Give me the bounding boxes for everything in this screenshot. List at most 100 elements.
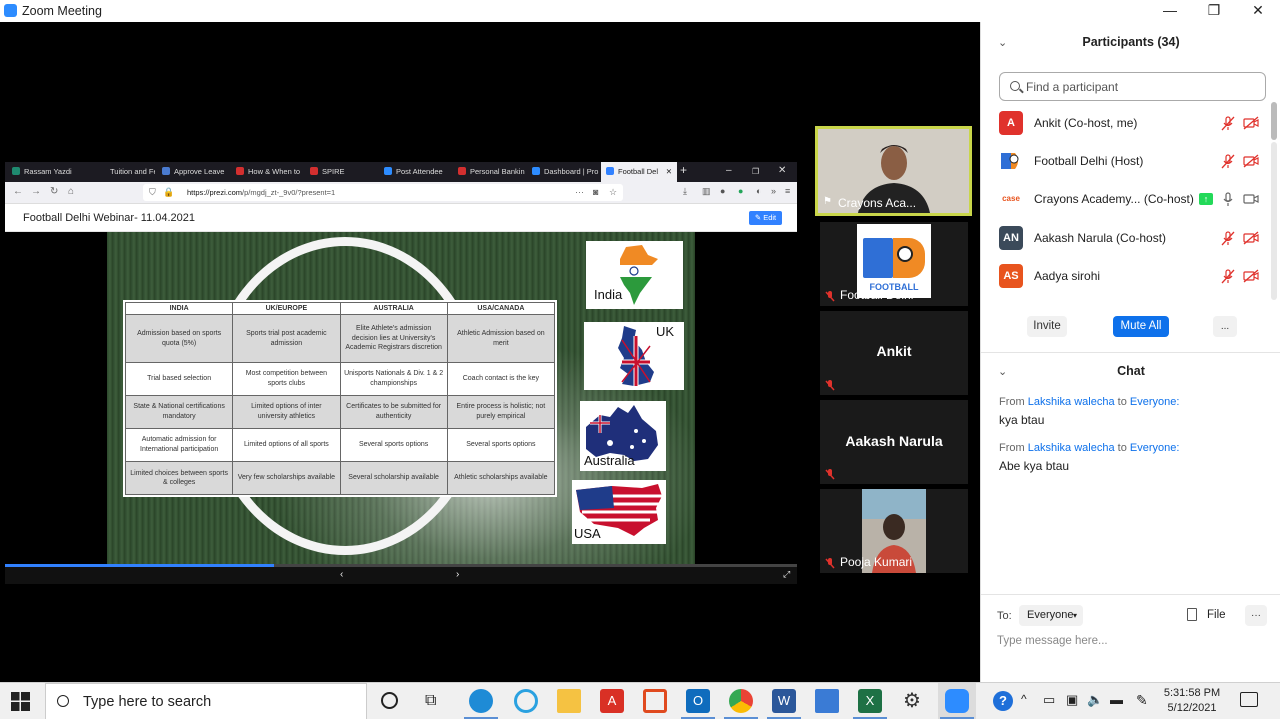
- search-icon: [1010, 81, 1020, 91]
- video-tile-active-speaker[interactable]: ⚑ Crayons Aca...: [815, 126, 972, 216]
- browser-tab-active[interactable]: Football Del ✕: [601, 162, 677, 182]
- video-tile[interactable]: Pooja Kumari: [820, 489, 968, 573]
- excel-icon[interactable]: X: [858, 689, 882, 713]
- video-off-icon[interactable]: [1243, 231, 1259, 245]
- browser-tab[interactable]: Approve Leave: [157, 162, 229, 182]
- task-view-icon[interactable]: ⧉: [425, 692, 436, 710]
- browser-restore-icon[interactable]: ❐: [752, 167, 759, 176]
- video-off-icon[interactable]: [1243, 116, 1259, 130]
- minimize-button[interactable]: —: [1148, 0, 1192, 22]
- previous-slide-icon[interactable]: ‹: [340, 569, 343, 580]
- video-tile[interactable]: FOOTBALL Football Delhi: [820, 222, 968, 306]
- word-icon[interactable]: W: [772, 689, 796, 713]
- pen-icon[interactable]: ✎: [1136, 692, 1148, 709]
- home-icon[interactable]: ⌂: [68, 186, 74, 197]
- outlook-icon[interactable]: O: [686, 689, 710, 713]
- mic-icon[interactable]: [1221, 192, 1235, 207]
- chat-recipient[interactable]: Everyone:: [1130, 396, 1180, 408]
- zoom-icon[interactable]: [945, 689, 969, 713]
- more-options-button[interactable]: ...: [1213, 316, 1237, 337]
- muted-mic-icon[interactable]: [1221, 269, 1235, 284]
- invite-button[interactable]: Invite: [1027, 316, 1067, 337]
- reload-icon[interactable]: ↻: [50, 186, 58, 197]
- extension-icon[interactable]: ●: [720, 186, 725, 196]
- presentation-progress-bar[interactable]: ‹ › ⤢: [5, 564, 797, 584]
- hamburger-menu-icon[interactable]: ≡: [785, 186, 790, 196]
- chat-sender[interactable]: Lakshika walecha: [1028, 442, 1115, 454]
- chrome-icon[interactable]: [729, 689, 753, 713]
- notifications-icon[interactable]: [1240, 692, 1258, 707]
- taskbar-clock[interactable]: 5:31:58 PM 5/12/2021: [1160, 686, 1224, 716]
- bookmark-star-icon[interactable]: ☆: [609, 184, 617, 201]
- browser-close-icon[interactable]: ✕: [778, 165, 786, 176]
- new-tab-icon[interactable]: +: [680, 163, 687, 177]
- browser-tab[interactable]: Post Attendee: [379, 162, 451, 182]
- video-tile[interactable]: Aakash Narula: [820, 400, 968, 484]
- mute-all-button[interactable]: Mute All: [1113, 316, 1169, 337]
- video-off-icon[interactable]: [1243, 154, 1259, 168]
- taskbar-search-input[interactable]: Type here to search: [45, 683, 367, 719]
- browser-tab[interactable]: How & When to: [231, 162, 303, 182]
- windows-start-icon[interactable]: [11, 692, 30, 711]
- pocket-icon[interactable]: ◙: [593, 184, 598, 201]
- chat-recipient[interactable]: Everyone:: [1130, 442, 1180, 454]
- recipient-dropdown[interactable]: Everyone ▾: [1019, 605, 1083, 626]
- edge-icon[interactable]: [469, 689, 493, 713]
- participant-name: Football Delhi: [840, 288, 914, 302]
- photos-icon[interactable]: [815, 689, 839, 713]
- browser-minimize-icon[interactable]: –: [726, 165, 732, 176]
- acrobat-icon[interactable]: A: [600, 689, 624, 713]
- url-field[interactable]: https://prezi.com/p/mgdj_zt-_9v0/?presen…: [143, 184, 623, 201]
- fullscreen-icon[interactable]: ⤢: [783, 569, 790, 580]
- next-slide-icon[interactable]: ›: [456, 569, 459, 580]
- muted-mic-icon[interactable]: [1221, 116, 1235, 131]
- chat-sender[interactable]: Lakshika walecha: [1028, 396, 1115, 408]
- participant-search-input[interactable]: Find a participant: [999, 72, 1266, 101]
- internet-explorer-icon[interactable]: [514, 689, 538, 713]
- presentation-title: Football Delhi Webinar- 11.04.2021: [23, 212, 196, 224]
- device-icon[interactable]: ▣: [1066, 692, 1078, 708]
- restore-button[interactable]: ❐: [1192, 0, 1236, 22]
- participant-row[interactable]: case Crayons Academy... (Co-host) ↑: [981, 182, 1271, 216]
- file-explorer-icon[interactable]: [557, 689, 581, 713]
- page-actions-icon[interactable]: ···: [575, 184, 584, 201]
- extension-icon[interactable]: ◐: [756, 186, 761, 196]
- file-icon[interactable]: [1187, 608, 1197, 621]
- extension-green-icon[interactable]: ●: [738, 186, 743, 196]
- participant-row[interactable]: A Ankit (Co-host, me): [981, 106, 1271, 140]
- participant-row[interactable]: Football Delhi (Host): [981, 144, 1271, 178]
- participant-row[interactable]: AN Aakash Narula (Co-host): [981, 221, 1271, 255]
- help-icon[interactable]: ?: [993, 691, 1013, 711]
- browser-tab[interactable]: Rassam Yazdi: [7, 162, 91, 182]
- overflow-chevron-icon[interactable]: »: [771, 186, 776, 196]
- back-icon[interactable]: ←: [13, 186, 23, 197]
- video-tile[interactable]: Ankit: [820, 311, 968, 395]
- file-button[interactable]: File: [1207, 609, 1226, 621]
- network-icon[interactable]: ▭: [1043, 692, 1055, 708]
- battery-icon[interactable]: ▬: [1110, 692, 1123, 707]
- video-off-icon[interactable]: [1243, 269, 1259, 283]
- browser-tab[interactable]: SPIRE: [305, 162, 377, 182]
- participant-row[interactable]: AS Aadya sirohi: [981, 259, 1271, 293]
- forward-icon[interactable]: →: [31, 186, 41, 197]
- office-icon[interactable]: [643, 689, 667, 713]
- browser-tab[interactable]: Personal Bankin: [453, 162, 525, 182]
- tray-chevron-up-icon[interactable]: ^: [1021, 692, 1027, 706]
- volume-icon[interactable]: 🔈: [1087, 692, 1103, 708]
- browser-tab[interactable]: Dashboard | Pro: [527, 162, 599, 182]
- edit-button[interactable]: ✎ Edit: [749, 211, 782, 225]
- muted-mic-icon[interactable]: [1221, 154, 1235, 169]
- settings-gear-icon[interactable]: ⚙: [903, 688, 921, 713]
- tab-close-icon[interactable]: ✕: [666, 162, 672, 182]
- flag-label: USA: [574, 526, 601, 541]
- library-icon[interactable]: ▥: [702, 186, 711, 197]
- chat-more-button[interactable]: ···: [1245, 605, 1267, 626]
- muted-mic-icon[interactable]: [1221, 231, 1235, 246]
- browser-tab[interactable]: Tuition and Fee: [93, 162, 155, 182]
- participants-scrollbar[interactable]: [1271, 102, 1277, 140]
- cortana-icon[interactable]: [381, 692, 398, 709]
- chat-message-input[interactable]: Type message here...: [997, 635, 1108, 647]
- download-icon[interactable]: ⤓: [683, 186, 687, 197]
- video-icon[interactable]: [1243, 192, 1259, 206]
- close-button[interactable]: ✕: [1236, 0, 1280, 22]
